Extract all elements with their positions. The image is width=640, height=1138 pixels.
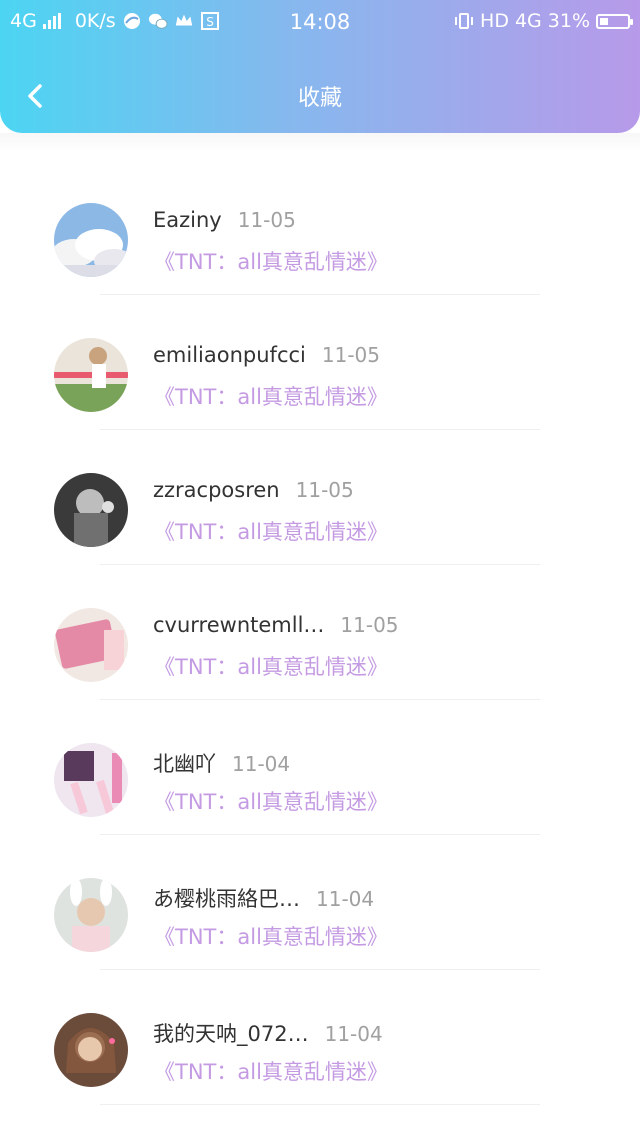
- collect-date: 11-04: [316, 887, 375, 911]
- user-name-line: zzracposren 11-05: [153, 478, 354, 502]
- collect-date: 11-05: [321, 343, 380, 367]
- list-item[interactable]: emiliaonpufcci 11-05 《TNT：all真意乱情迷》: [0, 278, 640, 430]
- book-title[interactable]: 《TNT：all真意乱情迷》: [154, 381, 388, 411]
- user-name[interactable]: emiliaonpufcci: [153, 343, 306, 367]
- avatar[interactable]: [54, 338, 128, 412]
- list-item[interactable]: cvurrewntemll… 11-05 《TNT：all真意乱情迷》: [0, 548, 640, 700]
- user-name-line: emiliaonpufcci 11-05: [153, 343, 380, 367]
- book-title[interactable]: 《TNT：all真意乱情迷》: [154, 651, 388, 681]
- user-name-line: 我的天呐_072… 11-04: [153, 1018, 383, 1048]
- book-title[interactable]: 《TNT：all真意乱情迷》: [154, 246, 388, 276]
- vibrate-icon: [455, 13, 474, 29]
- user-name[interactable]: 我的天呐_072…: [153, 1022, 309, 1046]
- avatar[interactable]: [54, 1013, 128, 1087]
- page-title: 收藏: [297, 86, 342, 111]
- book-title[interactable]: 《TNT：all真意乱情迷》: [154, 516, 388, 546]
- user-name[interactable]: cvurrewntemll…: [153, 613, 324, 637]
- avatar[interactable]: [54, 878, 128, 952]
- avatar[interactable]: [54, 473, 128, 547]
- battery-icon: [596, 13, 633, 29]
- header-bar: 4G 0K/s S 14:08 HD 4G 31% 收藏: [0, 0, 640, 133]
- bunny-ears-avatar: [54, 878, 128, 952]
- pink-notebook-avatar: [54, 608, 128, 682]
- pink-legs-avatar: [54, 743, 128, 817]
- user-name-line: cvurrewntemll… 11-05: [153, 613, 399, 637]
- list-item[interactable]: zzracposren 11-05 《TNT：all真意乱情迷》: [0, 413, 640, 565]
- divider: [100, 1104, 540, 1105]
- list-item[interactable]: 我的天呐_072… 11-04 《TNT：all真意乱情迷》: [0, 953, 640, 1105]
- collect-date: 11-05: [295, 478, 354, 502]
- collect-date: 11-05: [340, 613, 399, 637]
- list-item[interactable]: Eaziny 11-05 《TNT：all真意乱情迷》: [0, 143, 640, 295]
- book-title[interactable]: 《TNT：all真意乱情迷》: [154, 921, 388, 951]
- hermione-avatar: [54, 1013, 128, 1087]
- collect-date: 11-04: [232, 752, 291, 776]
- user-name[interactable]: 北幽吖: [153, 752, 216, 776]
- battery-percent: 31%: [547, 10, 590, 32]
- bw-portrait-avatar: [54, 473, 128, 547]
- avatar[interactable]: [54, 743, 128, 817]
- book-title[interactable]: 《TNT：all真意乱情迷》: [154, 1056, 388, 1086]
- user-name-line: Eaziny 11-05: [153, 208, 296, 232]
- favorites-list: Eaziny 11-05 《TNT：all真意乱情迷》 emiliaonpufcci 1…: [0, 143, 640, 1105]
- collect-date: 11-05: [237, 208, 296, 232]
- network2-label: 4G: [514, 10, 542, 32]
- book-title[interactable]: 《TNT：all真意乱情迷》: [154, 786, 388, 816]
- hd-label: HD: [480, 10, 509, 32]
- list-item[interactable]: あ樱桃雨絡巴… 11-04 《TNT：all真意乱情迷》: [0, 818, 640, 970]
- user-name[interactable]: Eaziny: [153, 208, 222, 232]
- collect-date: 11-04: [324, 1022, 383, 1046]
- avatar[interactable]: [54, 608, 128, 682]
- user-name[interactable]: zzracposren: [153, 478, 280, 502]
- user-name-line: あ樱桃雨絡巴… 11-04: [153, 883, 374, 913]
- avatar[interactable]: [54, 203, 128, 277]
- list-item[interactable]: 北幽吖 11-04 《TNT：all真意乱情迷》: [0, 683, 640, 835]
- user-name-line: 北幽吖 11-04: [153, 748, 290, 778]
- user-name[interactable]: あ樱桃雨絡巴…: [153, 887, 300, 911]
- sky-clouds-avatar: [54, 203, 128, 277]
- status-bar: 4G 0K/s S 14:08 HD 4G 31%: [0, 0, 640, 42]
- girl-outdoor-avatar: [54, 338, 128, 412]
